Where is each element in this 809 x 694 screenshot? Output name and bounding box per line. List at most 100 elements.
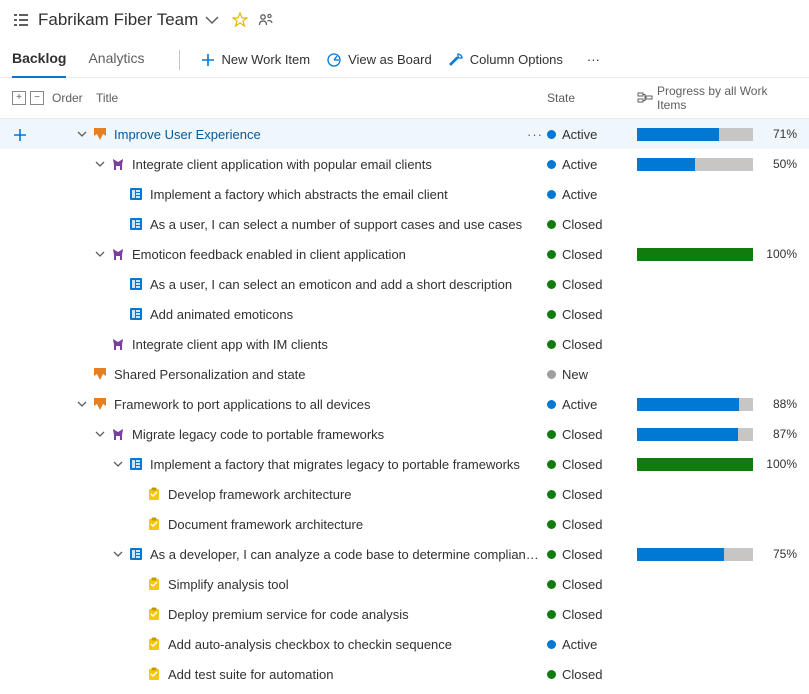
expand-all-button[interactable]: +: [12, 91, 26, 105]
epic-icon: [92, 126, 108, 142]
expand-toggle[interactable]: [76, 128, 88, 140]
indent-spacer: [76, 644, 130, 645]
state-dot-icon: [547, 460, 556, 469]
progress-cell: 100%: [637, 247, 797, 261]
pbi-icon: [128, 546, 144, 562]
tab-analytics[interactable]: Analytics: [88, 42, 144, 77]
state-label: New: [562, 367, 588, 382]
backlog-row[interactable]: Implement a factory which abstracts the …: [0, 179, 809, 209]
backlog-row[interactable]: Integrate client application with popula…: [0, 149, 809, 179]
work-item-title: Develop framework architecture: [168, 487, 352, 502]
backlog-row[interactable]: Implement a factory that migrates legacy…: [0, 449, 809, 479]
state-dot-icon: [547, 580, 556, 589]
indent-spacer: [76, 494, 130, 495]
expand-toggle[interactable]: [112, 458, 124, 470]
backlog-row[interactable]: Develop framework architectureClosed: [0, 479, 809, 509]
toolbar-separator: [179, 50, 180, 70]
task-icon: [146, 486, 162, 502]
favorite-star-icon[interactable]: [232, 12, 248, 28]
state-label: Closed: [562, 667, 602, 682]
title-cell: Implement a factory that migrates legacy…: [76, 456, 547, 472]
progress-percent: 100%: [761, 247, 797, 261]
expand-toggle[interactable]: [76, 398, 88, 410]
column-headers: + − Order Title State Progress by all Wo…: [0, 78, 809, 119]
tab-backlog[interactable]: Backlog: [12, 42, 66, 78]
work-item-title: Framework to port applications to all de…: [114, 397, 371, 412]
view-as-board-button[interactable]: View as Board: [318, 46, 440, 74]
expand-toggle[interactable]: [112, 548, 124, 560]
progress-cell: 71%: [637, 127, 797, 141]
new-work-item-button[interactable]: New Work Item: [192, 46, 319, 74]
page-header: Fabrikam Fiber Team: [0, 0, 809, 36]
column-options-button[interactable]: Column Options: [440, 46, 571, 74]
title-cell: Deploy premium service for code analysis: [76, 606, 547, 622]
state-dot-icon: [547, 610, 556, 619]
backlog-row[interactable]: Add animated emoticonsClosed: [0, 299, 809, 329]
progress-bar: [637, 548, 753, 561]
work-item-title: Add animated emoticons: [150, 307, 293, 322]
team-picker-chevron-icon[interactable]: [204, 12, 220, 28]
expand-toggle[interactable]: [94, 428, 106, 440]
view-as-board-label: View as Board: [348, 52, 432, 67]
toolbar: Backlog Analytics New Work Item View as …: [0, 36, 809, 78]
state-label: Closed: [562, 337, 602, 352]
state-dot-icon: [547, 250, 556, 259]
row-more-button[interactable]: ···: [527, 127, 543, 142]
state-label: Closed: [562, 217, 602, 232]
work-item-title: Integrate client app with IM clients: [132, 337, 328, 352]
backlog-row[interactable]: Framework to port applications to all de…: [0, 389, 809, 419]
state-dot-icon: [547, 310, 556, 319]
work-item-title: Deploy premium service for code analysis: [168, 607, 409, 622]
column-progress[interactable]: Progress by all Work Items: [637, 84, 797, 112]
backlog-row[interactable]: Migrate legacy code to portable framewor…: [0, 419, 809, 449]
backlog-row[interactable]: As a user, I can select a number of supp…: [0, 209, 809, 239]
title-cell: Add auto-analysis checkbox to checkin se…: [76, 636, 547, 652]
state-cell: Active: [547, 637, 637, 652]
state-cell: Closed: [547, 337, 637, 352]
backlog-row[interactable]: Add test suite for automationClosed: [0, 659, 809, 689]
title-cell: Simplify analysis tool: [76, 576, 547, 592]
work-item-title: As a user, I can select a number of supp…: [150, 217, 522, 232]
progress-cell: 87%: [637, 427, 797, 441]
more-commands-button[interactable]: ···: [579, 46, 608, 73]
column-title[interactable]: Title: [96, 91, 547, 105]
rollup-icon: [637, 90, 653, 106]
title-cell: As a user, I can select a number of supp…: [76, 216, 547, 232]
backlog-row[interactable]: Simplify analysis toolClosed: [0, 569, 809, 599]
work-item-title: Migrate legacy code to portable framewor…: [132, 427, 384, 442]
column-order[interactable]: Order: [52, 91, 96, 105]
column-state[interactable]: State: [547, 91, 637, 105]
title-cell: As a developer, I can analyze a code bas…: [76, 546, 547, 562]
backlog-row[interactable]: As a user, I can select an emoticon and …: [0, 269, 809, 299]
backlog-row[interactable]: Document framework architectureClosed: [0, 509, 809, 539]
work-item-title: Add auto-analysis checkbox to checkin se…: [168, 637, 452, 652]
progress-percent: 75%: [761, 547, 797, 561]
backlog-row[interactable]: Add auto-analysis checkbox to checkin se…: [0, 629, 809, 659]
backlog-row[interactable]: Deploy premium service for code analysis…: [0, 599, 809, 629]
add-child-button[interactable]: [12, 127, 26, 141]
indent-spacer: [76, 554, 112, 555]
indent-spacer: [76, 284, 112, 285]
team-members-icon[interactable]: [258, 12, 274, 28]
title-cell: Implement a factory which abstracts the …: [76, 186, 547, 202]
indent-spacer: [76, 464, 112, 465]
title-cell: Improve User Experience ···: [76, 126, 547, 142]
expand-toggle[interactable]: [94, 158, 106, 170]
backlog-row[interactable]: Shared Personalization and stateNew: [0, 359, 809, 389]
progress-bar: [637, 158, 753, 171]
progress-fill: [637, 128, 719, 141]
work-item-title: As a user, I can select an emoticon and …: [150, 277, 512, 292]
collapse-all-button[interactable]: −: [30, 91, 44, 105]
feature-icon: [110, 156, 126, 172]
state-dot-icon: [547, 280, 556, 289]
work-item-title[interactable]: Improve User Experience: [114, 127, 261, 142]
task-icon: [146, 606, 162, 622]
backlog-row[interactable]: As a developer, I can analyze a code bas…: [0, 539, 809, 569]
backlog-row[interactable]: Improve User Experience···Active71%: [0, 119, 809, 149]
backlog-row[interactable]: Emoticon feedback enabled in client appl…: [0, 239, 809, 269]
title-cell: Framework to port applications to all de…: [76, 396, 547, 412]
expand-toggle[interactable]: [94, 248, 106, 260]
feature-icon: [110, 336, 126, 352]
backlog-row[interactable]: Integrate client app with IM clients Clos…: [0, 329, 809, 359]
task-icon: [146, 516, 162, 532]
